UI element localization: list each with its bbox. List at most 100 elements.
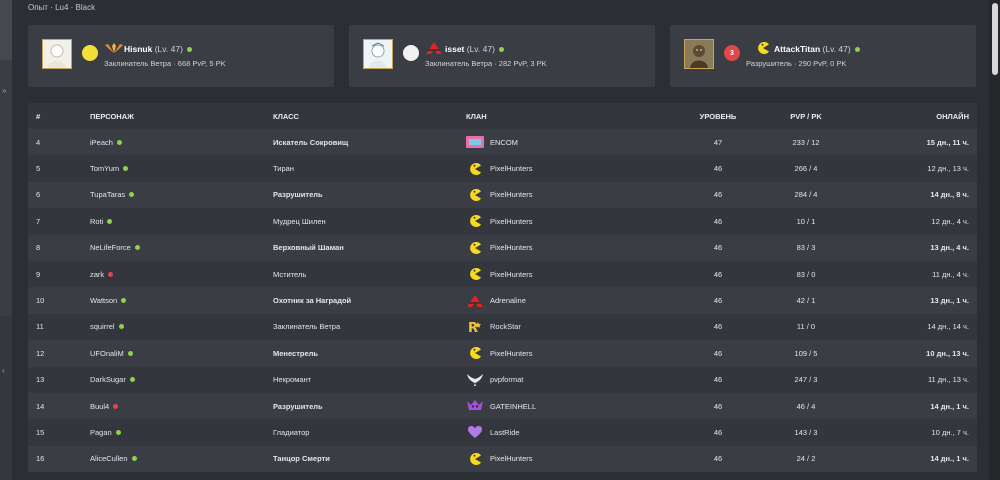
table-row[interactable]: 11 squirrel Заклинатель Ветра R RockStar 46 11… — [28, 313, 977, 341]
top-player-card[interactable]: 3 AttackTitan (Lv. 47) Разрушитель · 290 P… — [670, 25, 976, 87]
character-name[interactable]: Pagan — [90, 428, 112, 437]
avatar[interactable] — [42, 39, 72, 69]
clan-cell[interactable]: PixelHunters — [466, 208, 533, 234]
player-name-text[interactable]: isset — [445, 44, 464, 54]
clan-name[interactable]: PixelHunters — [490, 349, 533, 358]
clan-name[interactable]: GATEINHELL — [490, 402, 536, 411]
player-level: (Lv. 47) — [822, 44, 851, 54]
clan-cell[interactable]: GATEINHELL — [466, 393, 536, 419]
clan-name[interactable]: pvpformat — [490, 375, 523, 384]
clan-name[interactable]: LastRide — [490, 428, 520, 437]
table-row[interactable]: 14 Buul4 Разрушитель GATEINHELL 46 46 / 4 14 д… — [28, 392, 977, 420]
clan-cell[interactable]: R RockStar — [466, 314, 521, 340]
clan-name[interactable]: RockStar — [490, 322, 521, 331]
clan-name[interactable]: PixelHunters — [490, 270, 533, 279]
level-cell: 47 — [713, 137, 723, 147]
clan-name[interactable]: ENCOM — [490, 138, 518, 147]
top-player-card[interactable]: isset (Lv. 47) Заклинатель Ветра · 282 Pv… — [349, 25, 655, 87]
table-row[interactable]: 16 AliceCullen Танцор Смерти PixelHunters 46… — [28, 445, 977, 473]
avatar[interactable] — [684, 39, 714, 69]
header-num[interactable]: # — [36, 103, 40, 129]
table-row[interactable]: 6 TupaTaras Разрушитель PixelHunters 46 284 /… — [28, 181, 977, 209]
header-character[interactable]: ПЕРСОНАЖ — [90, 103, 134, 129]
collapse-icon[interactable]: ‹ — [2, 366, 5, 375]
character-name[interactable]: TomYum — [90, 164, 119, 173]
table-row[interactable]: 8 NeLifeForce Верховный Шаман PixelHunters 4… — [28, 234, 977, 261]
character-cell[interactable]: squirrel — [90, 314, 124, 340]
clan-name[interactable]: PixelHunters — [490, 454, 533, 463]
level-cell: 46 — [713, 348, 723, 358]
table-row[interactable]: 7 Roti Мудрец Шилен PixelHunters 46 10 / 1 12 … — [28, 208, 977, 235]
table-row[interactable]: 5 TomYum Тиран PixelHunters 46 266 / 4 12 дн.,… — [28, 155, 977, 182]
table-row[interactable]: 15 Pagan Гладиатор LastRide 46 143 / 3 10 дн.,… — [28, 419, 977, 446]
table-row[interactable]: 10 Wattson Охотник за Наградой Adrenaline 46… — [28, 287, 977, 314]
player-name[interactable]: AttackTitan (Lv. 47) — [774, 44, 860, 54]
top-player-card[interactable]: Hisnuk (Lv. 47) Заклинатель Ветра · 668 P… — [28, 25, 334, 87]
character-cell[interactable]: TomYum — [90, 155, 129, 181]
avatar[interactable] — [363, 39, 393, 69]
clan-cell[interactable]: ENCOM — [466, 129, 518, 155]
clan-name[interactable]: Adrenaline — [490, 296, 526, 305]
clan-cell[interactable]: PixelHunters — [466, 182, 533, 208]
character-cell[interactable]: NeLifeForce — [90, 235, 140, 261]
class-cell: Разрушитель — [273, 190, 323, 200]
player-name-text[interactable]: Hisnuk — [124, 44, 152, 54]
clan-cell[interactable]: PixelHunters — [466, 155, 533, 181]
character-name[interactable]: NeLifeForce — [90, 243, 131, 252]
row-num: 10 — [36, 296, 45, 306]
clan-cell[interactable]: PixelHunters — [466, 261, 533, 287]
character-name[interactable]: Wattson — [90, 296, 117, 305]
clan-cell[interactable]: PixelHunters — [466, 446, 533, 472]
character-cell[interactable]: DarkSugar — [90, 367, 135, 393]
character-cell[interactable]: iPeach — [90, 129, 122, 155]
character-name[interactable]: DarkSugar — [90, 375, 126, 384]
clan-cell[interactable]: LastRide — [466, 419, 520, 445]
online-time-cell: 13 дн., 1 ч. — [930, 296, 969, 306]
clan-cell[interactable]: pvpformat — [466, 367, 523, 393]
character-cell[interactable]: TupaTaras — [90, 182, 135, 208]
clan-cell[interactable]: PixelHunters — [466, 340, 533, 366]
character-cell[interactable]: AliceCullen — [90, 446, 137, 472]
scrollbar[interactable] — [989, 0, 1000, 480]
header-level[interactable]: УРОВЕНЬ — [668, 103, 768, 129]
clan-name[interactable]: PixelHunters — [490, 190, 533, 199]
scrollbar-thumb[interactable] — [992, 3, 998, 75]
character-cell[interactable]: Wattson — [90, 287, 127, 313]
status-dot — [129, 377, 135, 383]
header-online[interactable]: ОНЛАЙН — [936, 103, 969, 129]
pacman-icon — [466, 452, 484, 466]
clan-name[interactable]: PixelHunters — [490, 217, 533, 226]
character-name[interactable]: UFOnaliM — [90, 349, 124, 358]
character-name[interactable]: squirrel — [90, 322, 115, 331]
character-cell[interactable]: UFOnaliM — [90, 340, 133, 366]
player-name[interactable]: Hisnuk (Lv. 47) — [124, 44, 192, 54]
table-row[interactable]: 9 zark Мститель PixelHunters 46 83 / 0 11 дн.,… — [28, 260, 977, 288]
clan-cell[interactable]: Adrenaline — [466, 287, 526, 313]
table-row[interactable]: 12 UFOnaliM Менестрель PixelHunters 46 109 / … — [28, 340, 977, 367]
clan-name[interactable]: PixelHunters — [490, 243, 533, 252]
expand-icon[interactable]: » — [2, 86, 6, 95]
character-cell[interactable]: Pagan — [90, 419, 121, 445]
header-pvp-pk[interactable]: PVP / PK — [756, 103, 856, 129]
character-cell[interactable]: Roti — [90, 208, 113, 234]
character-name[interactable]: iPeach — [90, 138, 113, 147]
character-name[interactable]: Buul4 — [90, 402, 109, 411]
character-name[interactable]: Roti — [90, 217, 103, 226]
rank-badge-icon — [403, 45, 419, 61]
header-clan[interactable]: КЛАН — [466, 103, 487, 129]
character-cell[interactable]: zark — [90, 261, 114, 287]
character-name[interactable]: AliceCullen — [90, 454, 128, 463]
clan-name[interactable]: PixelHunters — [490, 164, 533, 173]
character-name[interactable]: zark — [90, 270, 104, 279]
pvp-pk-cell: 10 / 1 — [796, 216, 816, 226]
breadcrumb[interactable]: Опыт · Lu4 · Black — [28, 3, 95, 12]
header-class[interactable]: КЛАСС — [273, 103, 299, 129]
clan-cell[interactable]: PixelHunters — [466, 235, 533, 261]
player-name[interactable]: isset (Lv. 47) — [445, 44, 504, 54]
online-time-cell: 11 дн., 13 ч. — [927, 375, 969, 385]
character-cell[interactable]: Buul4 — [90, 393, 119, 419]
player-name-text[interactable]: AttackTitan — [774, 44, 820, 54]
table-row[interactable]: 4 iPeach Искатель Сокровищ ENCOM 47 233 / 12 1… — [28, 129, 977, 156]
table-row[interactable]: 13 DarkSugar Некромант pvpformat 46 247 / 3 11… — [28, 366, 977, 393]
character-name[interactable]: TupaTaras — [90, 190, 125, 199]
